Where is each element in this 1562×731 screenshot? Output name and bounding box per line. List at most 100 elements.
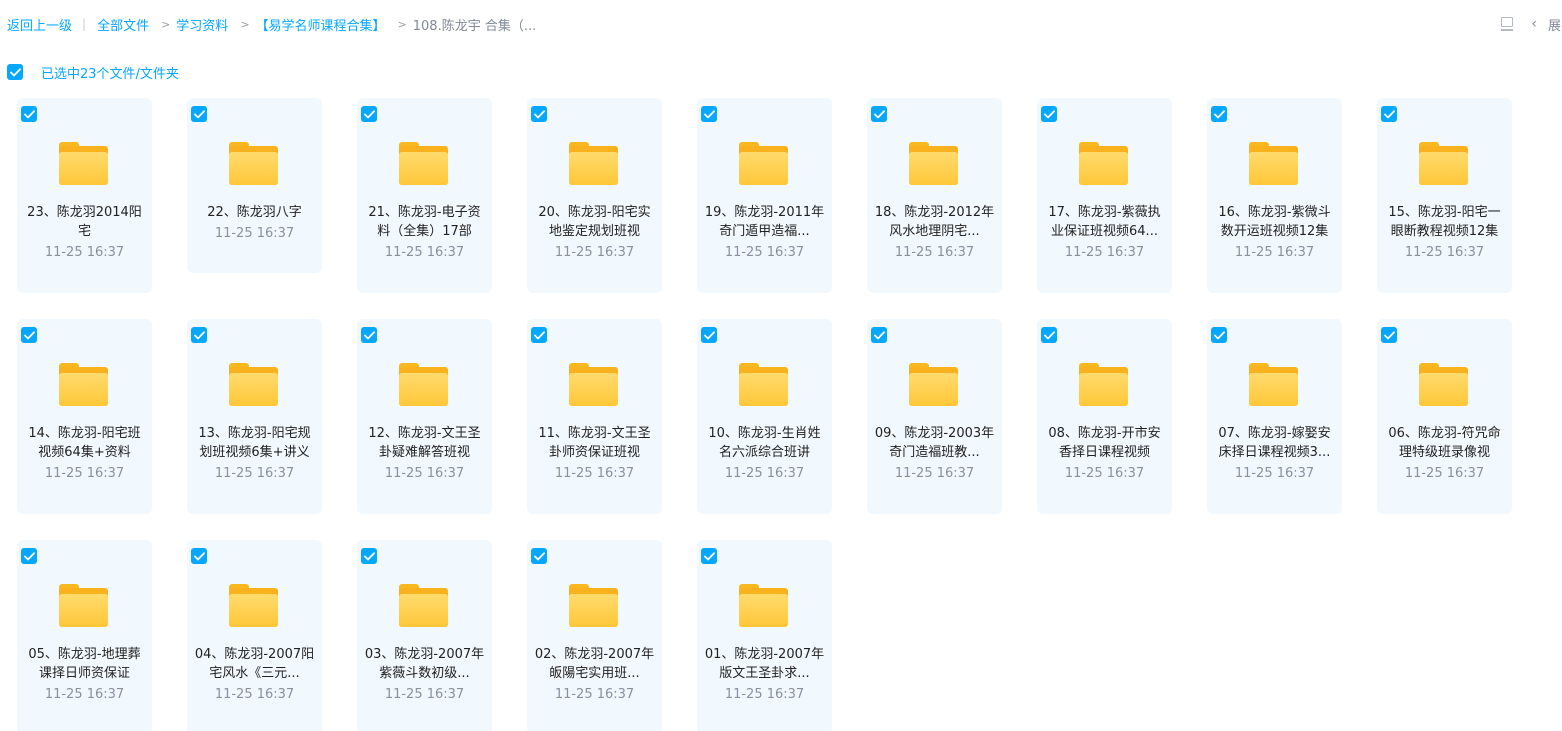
folder-name: 08、陈龙羽-开市安香择日课程视频	[1048, 426, 1161, 460]
screen-icon[interactable]	[1496, 14, 1518, 34]
folder-checkbox[interactable]	[1041, 106, 1057, 122]
folder-icon	[909, 142, 958, 186]
folder-checkbox[interactable]	[701, 327, 717, 343]
folder-time: 11-25 16:37	[724, 687, 805, 702]
folder-card[interactable]: 17、陈龙羽-紫薇执业保证班视频64... 11-25 16:37	[1037, 98, 1172, 293]
folder-checkbox[interactable]	[531, 327, 547, 343]
check-icon	[9, 67, 21, 76]
folder-name: 17、陈龙羽-紫薇执业保证班视频64...	[1048, 205, 1161, 239]
folder-checkbox[interactable]	[21, 327, 37, 343]
folder-card[interactable]: 05、陈龙羽-地理葬课择日师资保证 11-25 16:37	[17, 540, 152, 731]
folder-card[interactable]: 11、陈龙羽-文王圣卦师资保证班视 11-25 16:37	[527, 319, 662, 514]
folder-time: 11-25 16:37	[724, 466, 805, 481]
folder-checkbox[interactable]	[871, 106, 887, 122]
breadcrumb-divider: |	[82, 17, 87, 31]
folder-icon	[569, 363, 618, 407]
folder-card[interactable]: 16、陈龙羽-紫微斗数开运班视频12集 11-25 16:37	[1207, 98, 1342, 293]
folder-icon	[739, 363, 788, 407]
folder-icon	[1079, 142, 1128, 186]
folder-time: 11-25 16:37	[1234, 245, 1315, 260]
expand-label: 展	[1547, 18, 1561, 34]
folder-checkbox[interactable]	[21, 106, 37, 122]
folder-time: 11-25 16:37	[1404, 466, 1485, 481]
selection-count: 已选中23个文件/文件夹	[41, 66, 179, 82]
folder-card[interactable]: 12、陈龙羽-文王圣卦疑难解答班视 11-25 16:37	[357, 319, 492, 514]
expand-button[interactable]: ‹ 展	[1531, 15, 1562, 34]
folder-checkbox[interactable]	[21, 548, 37, 564]
folder-time: 11-25 16:37	[1234, 466, 1315, 481]
folder-card[interactable]: 01、陈龙羽-2007年版文王圣卦求... 11-25 16:37	[697, 540, 832, 731]
folder-time: 11-25 16:37	[44, 245, 125, 260]
folder-name: 20、陈龙羽-阳宅实地鉴定规划班视	[538, 205, 651, 239]
folder-card[interactable]: 15、陈龙羽-阳宅一眼断教程视频12集 11-25 16:37	[1377, 98, 1512, 293]
folder-checkbox[interactable]	[871, 327, 887, 343]
folder-card[interactable]: 20、陈龙羽-阳宅实地鉴定规划班视 11-25 16:37	[527, 98, 662, 293]
folder-card[interactable]: 09、陈龙羽-2003年奇门造福班教... 11-25 16:37	[867, 319, 1002, 514]
folder-card[interactable]: 21、陈龙羽-电子资料（全集）17部 11-25 16:37	[357, 98, 492, 293]
folder-name: 07、陈龙羽-嫁娶安床择日课程视频3...	[1218, 426, 1331, 460]
folder-time: 11-25 16:37	[554, 245, 635, 260]
folder-time: 11-25 16:37	[214, 687, 295, 702]
breadcrumb-study[interactable]: 学习资料	[176, 15, 228, 34]
folder-card[interactable]: 06、陈龙羽-符咒命理特级班录像视 11-25 16:37	[1377, 319, 1512, 514]
select-all-checkbox[interactable]	[7, 64, 23, 80]
folder-icon	[399, 584, 448, 628]
folder-icon	[229, 363, 278, 407]
folder-name: 18、陈龙羽-2012年风水地理阴宅...	[874, 205, 995, 239]
folder-name: 04、陈龙羽-2007阳宅风水《三元...	[194, 647, 315, 681]
back-link[interactable]: 返回上一级	[7, 15, 72, 34]
folder-icon	[739, 584, 788, 628]
folder-name: 23、陈龙羽2014阳宅	[27, 205, 142, 239]
folder-name: 10、陈龙羽-生肖姓名六派综合班讲	[708, 426, 821, 460]
folder-card[interactable]: 22、陈龙羽八字 11-25 16:37	[187, 98, 322, 273]
folder-card[interactable]: 02、陈龙羽-2007年皈陽宅实用班... 11-25 16:37	[527, 540, 662, 731]
folder-icon	[229, 142, 278, 186]
folder-card[interactable]: 08、陈龙羽-开市安香择日课程视频 11-25 16:37	[1037, 319, 1172, 514]
folder-card[interactable]: 04、陈龙羽-2007阳宅风水《三元... 11-25 16:37	[187, 540, 322, 731]
folder-icon	[569, 142, 618, 186]
folder-time: 11-25 16:37	[384, 466, 465, 481]
folder-checkbox[interactable]	[191, 548, 207, 564]
folder-card[interactable]: 19、陈龙羽-2011年奇门遁甲造福... 11-25 16:37	[697, 98, 832, 293]
folder-checkbox[interactable]	[361, 106, 377, 122]
folder-time: 11-25 16:37	[384, 245, 465, 260]
folder-checkbox[interactable]	[531, 106, 547, 122]
folder-checkbox[interactable]	[191, 327, 207, 343]
folder-time: 11-25 16:37	[44, 466, 125, 481]
folder-checkbox[interactable]	[531, 548, 547, 564]
folder-time: 11-25 16:37	[554, 466, 635, 481]
folder-checkbox[interactable]	[701, 106, 717, 122]
breadcrumb-collection[interactable]: 【易学名师课程合集】	[256, 15, 386, 34]
folder-icon	[1249, 363, 1298, 407]
folder-time: 11-25 16:37	[1064, 245, 1145, 260]
breadcrumb-all-files[interactable]: 全部文件	[97, 15, 149, 34]
folder-card[interactable]: 07、陈龙羽-嫁娶安床择日课程视频3... 11-25 16:37	[1207, 319, 1342, 514]
folder-checkbox[interactable]	[1211, 327, 1227, 343]
folder-card[interactable]: 14、陈龙羽-阳宅班视频64集+资料 11-25 16:37	[17, 319, 152, 514]
breadcrumb: 返回上一级 | 全部文件 > 学习资料 > 【易学名师课程合集】 > 108.陈…	[7, 14, 536, 34]
folder-card[interactable]: 23、陈龙羽2014阳宅 11-25 16:37	[17, 98, 152, 293]
folder-name: 12、陈龙羽-文王圣卦疑难解答班视	[368, 426, 481, 460]
folder-icon	[59, 363, 108, 407]
folder-checkbox[interactable]	[1381, 106, 1397, 122]
folder-time: 11-25 16:37	[384, 687, 465, 702]
folder-name: 05、陈龙羽-地理葬课择日师资保证	[28, 647, 141, 681]
folder-icon	[399, 363, 448, 407]
folder-time: 11-25 16:37	[214, 226, 295, 241]
folder-checkbox[interactable]	[361, 548, 377, 564]
folder-checkbox[interactable]	[361, 327, 377, 343]
folder-card[interactable]: 18、陈龙羽-2012年风水地理阴宅... 11-25 16:37	[867, 98, 1002, 293]
folder-card[interactable]: 13、陈龙羽-阳宅规划班视频6集+讲义 11-25 16:37	[187, 319, 322, 514]
folder-time: 11-25 16:37	[724, 245, 805, 260]
folder-name: 11、陈龙羽-文王圣卦师资保证班视	[538, 426, 651, 460]
top-right-toolbar: ‹ 展	[1496, 14, 1562, 34]
folder-checkbox[interactable]	[191, 106, 207, 122]
folder-checkbox[interactable]	[1041, 327, 1057, 343]
folder-checkbox[interactable]	[701, 548, 717, 564]
folder-name: 13、陈龙羽-阳宅规划班视频6集+讲义	[198, 426, 311, 460]
folder-card[interactable]: 10、陈龙羽-生肖姓名六派综合班讲 11-25 16:37	[697, 319, 832, 514]
folder-checkbox[interactable]	[1381, 327, 1397, 343]
folder-checkbox[interactable]	[1211, 106, 1227, 122]
folder-card[interactable]: 03、陈龙羽-2007年紫薇斗数初级... 11-25 16:37	[357, 540, 492, 731]
folder-time: 11-25 16:37	[554, 687, 635, 702]
